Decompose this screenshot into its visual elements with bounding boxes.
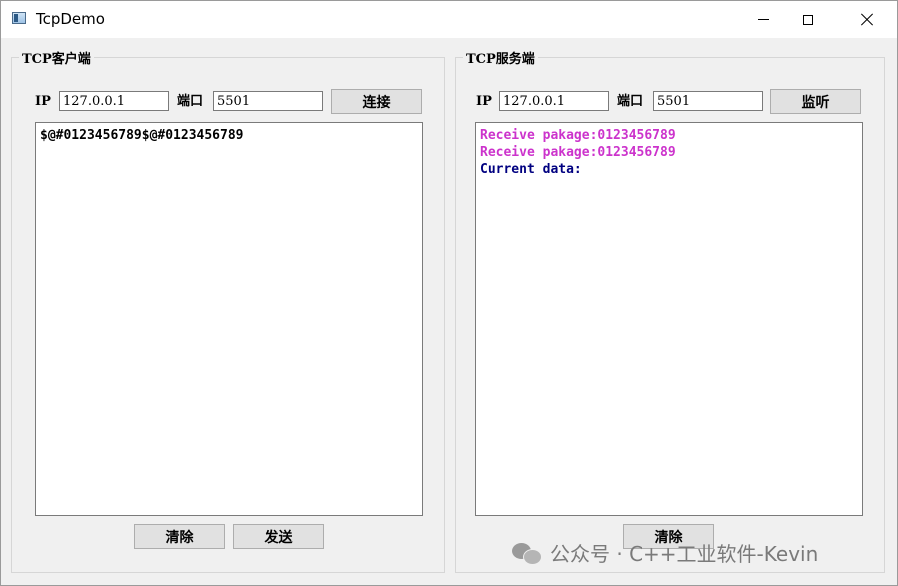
server-log-line: Current data: [480,162,582,177]
server-ip-input[interactable] [499,91,609,111]
app-window: TcpDemo TCP客户端 IP 端口 连接 $@#0123456789$@#… [0,0,898,586]
client-log-text: $@#0123456789$@#0123456789 [40,128,244,143]
send-button[interactable]: 发送 [233,524,324,549]
client-ip-label: IP [35,94,51,109]
close-button[interactable] [844,1,890,38]
client-clear-button[interactable]: 清除 [134,524,225,549]
server-log-line: Receive pakage:0123456789 [480,128,676,143]
client-log-textbox[interactable]: $@#0123456789$@#0123456789 [35,122,423,516]
listen-button[interactable]: 监听 [770,89,861,114]
server-port-input[interactable] [653,91,763,111]
watermark: 公众号 · C++工业软件-Kevin [512,538,818,567]
close-icon [860,13,874,27]
client-port-label: 端口 [177,94,204,109]
connect-button[interactable]: 连接 [331,89,422,114]
app-icon [12,12,26,24]
window-title: TcpDemo [36,10,105,28]
maximize-button[interactable] [785,1,831,38]
server-group-title: TCP服务端 [463,48,538,67]
client-port-input[interactable] [213,91,323,111]
server-port-label: 端口 [617,94,644,109]
watermark-text: 公众号 · C++工业软件-Kevin [550,542,819,566]
minimize-button[interactable] [740,1,786,38]
client-group-title: TCP客户端 [19,48,94,67]
server-log-textbox[interactable]: Receive pakage:0123456789 Receive pakage:… [475,122,863,516]
wechat-icon [512,541,542,565]
title-bar[interactable]: TcpDemo [1,1,897,38]
minimize-icon [757,19,769,20]
client-ip-input[interactable] [59,91,169,111]
server-log-line: Receive pakage:0123456789 [480,145,676,160]
server-ip-label: IP [476,94,492,109]
maximize-icon [803,14,813,25]
